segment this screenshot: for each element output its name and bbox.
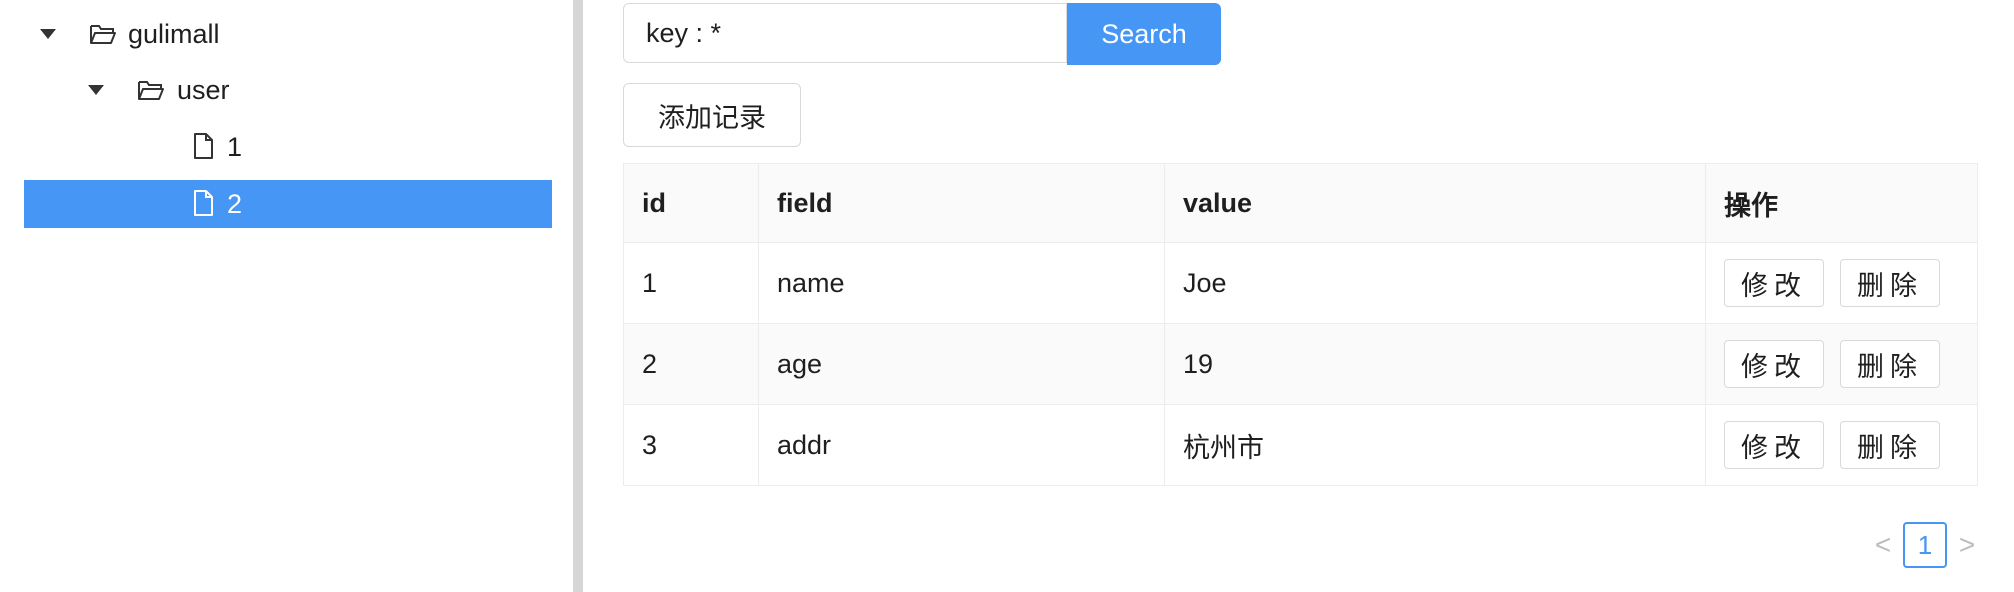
column-header-field: field xyxy=(758,164,1164,242)
cell-actions: 修改 删除 xyxy=(1705,243,1977,323)
tree-node-label: user xyxy=(177,74,230,105)
file-icon xyxy=(194,190,213,216)
edit-button[interactable]: 修改 xyxy=(1724,421,1824,469)
tree-node-root[interactable]: gulimall xyxy=(24,10,552,58)
chevron-down-icon[interactable] xyxy=(88,85,104,95)
table-header-row: id field value 操作 xyxy=(624,164,1977,242)
prev-page-button[interactable]: < xyxy=(1863,521,1903,569)
cell-value: Joe xyxy=(1164,243,1705,323)
tree-leaf-label: 1 xyxy=(227,131,243,162)
cell-actions: 修改 删除 xyxy=(1705,405,1977,485)
cell-id: 2 xyxy=(642,348,658,379)
cell-value: 杭州市 xyxy=(1164,405,1705,485)
cell-value: 19 xyxy=(1164,324,1705,404)
file-icon xyxy=(194,133,213,159)
tree-leaf-label: 2 xyxy=(227,188,243,219)
folder-open-icon xyxy=(90,25,116,44)
edit-button[interactable]: 修改 xyxy=(1724,259,1824,307)
tree-node-user[interactable]: user xyxy=(24,66,552,114)
tree-leaf-2[interactable]: 2 xyxy=(24,180,552,228)
tree-node-label: gulimall xyxy=(128,18,220,49)
search-input[interactable]: key : * xyxy=(623,3,1067,63)
delete-button[interactable]: 删除 xyxy=(1840,421,1940,469)
cell-actions: 修改 删除 xyxy=(1705,324,1977,404)
cell-id: 3 xyxy=(642,429,658,460)
edit-button[interactable]: 修改 xyxy=(1724,340,1824,388)
cell-field: name xyxy=(758,243,1164,323)
column-header-actions: 操作 xyxy=(1705,164,1977,242)
search-button[interactable]: Search xyxy=(1067,3,1221,65)
add-record-button[interactable]: 添加记录 xyxy=(623,83,801,147)
tree-leaf-1[interactable]: 1 xyxy=(24,123,552,171)
folder-open-icon xyxy=(138,81,164,100)
chevron-down-icon[interactable] xyxy=(40,29,56,39)
records-table: id field value 操作 1 name Joe 修改 删除 2 age… xyxy=(623,163,1978,486)
table-row: 2 age 19 修改 删除 xyxy=(624,323,1977,404)
pane-splitter[interactable] xyxy=(573,0,583,592)
cell-field: addr xyxy=(758,405,1164,485)
page-number-current[interactable]: 1 xyxy=(1903,522,1947,568)
search-input-value: key : * xyxy=(646,17,722,48)
column-header-id: id xyxy=(642,187,666,218)
main-panel: key : * Search 添加记录 id field value 操作 1 … xyxy=(583,0,2014,592)
table-row: 3 addr 杭州市 修改 删除 xyxy=(624,404,1977,485)
cell-id: 1 xyxy=(642,267,658,298)
pagination: < 1 > xyxy=(1863,521,1987,569)
table-row: 1 name Joe 修改 删除 xyxy=(624,242,1977,323)
delete-button[interactable]: 删除 xyxy=(1840,340,1940,388)
sidebar-tree: gulimall user 1 2 xyxy=(0,0,573,592)
cell-field: age xyxy=(758,324,1164,404)
next-page-button[interactable]: > xyxy=(1947,521,1987,569)
delete-button[interactable]: 删除 xyxy=(1840,259,1940,307)
column-header-value: value xyxy=(1164,164,1705,242)
